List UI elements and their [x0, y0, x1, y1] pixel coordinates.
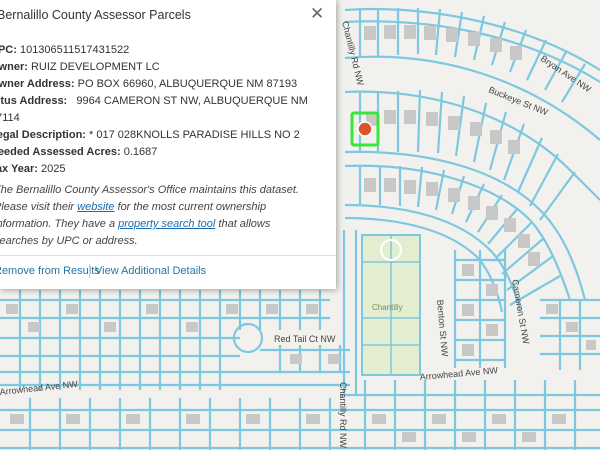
street-label-red-tail: Red Tail Ct NW: [274, 334, 336, 344]
park-label: Chantilly: [372, 303, 403, 312]
street-label-chantilly-bottom: Chantilly Rd NW: [338, 382, 348, 449]
remove-from-results-link[interactable]: Remove from Results: [0, 265, 100, 277]
attr-tax-year: Tax Year: 2025: [0, 163, 66, 175]
note-line-1: The Bernalillo County Assessor's Office …: [0, 184, 299, 196]
note-line-3: information. They have a property search…: [0, 218, 271, 230]
attr-upc: UPC: 101306511517431522: [0, 44, 130, 56]
popup-title: Bernalillo County Assessor Parcels: [0, 8, 191, 22]
popup-actions: Remove from Results View Additional Deta…: [0, 255, 336, 289]
action-divider: [89, 264, 90, 278]
attr-deeded-acres: Deeded Assessed Acres: 0.1687: [0, 146, 158, 158]
website-link[interactable]: website: [77, 201, 114, 213]
attr-situs-address: Situs Address: 9964 CAMERON ST NW, ALBUQ…: [0, 95, 308, 107]
attr-owner: Owner: RUIZ DEVELOPMENT LC: [0, 61, 160, 73]
property-search-tool-link[interactable]: property search tool: [118, 218, 215, 230]
chantilly-park: Chantilly: [361, 234, 421, 376]
attribute-list: UPC: 101306511517431522 Owner: RUIZ DEVE…: [0, 42, 330, 178]
note-line-2: Please visit their website for the most …: [0, 201, 267, 213]
attr-legal-description: Legal Description: * 017 028KNOLLS PARAD…: [0, 129, 300, 141]
parcel-info-popup: Bernalillo County Assessor Parcels ✕ UPC…: [0, 0, 336, 289]
view-additional-details-link[interactable]: View Additional Details: [95, 265, 206, 277]
attr-owner-address: Owner Address: PO BOX 66960, ALBUQUERQUE…: [0, 78, 298, 90]
location-marker-icon[interactable]: [357, 121, 373, 137]
dataset-note: The Bernalillo County Assessor's Office …: [0, 182, 329, 250]
note-line-4: searches by UPC or address.: [0, 235, 138, 247]
attr-situs-address-continuation: 87114: [0, 112, 20, 124]
close-icon[interactable]: ✕: [310, 4, 324, 24]
